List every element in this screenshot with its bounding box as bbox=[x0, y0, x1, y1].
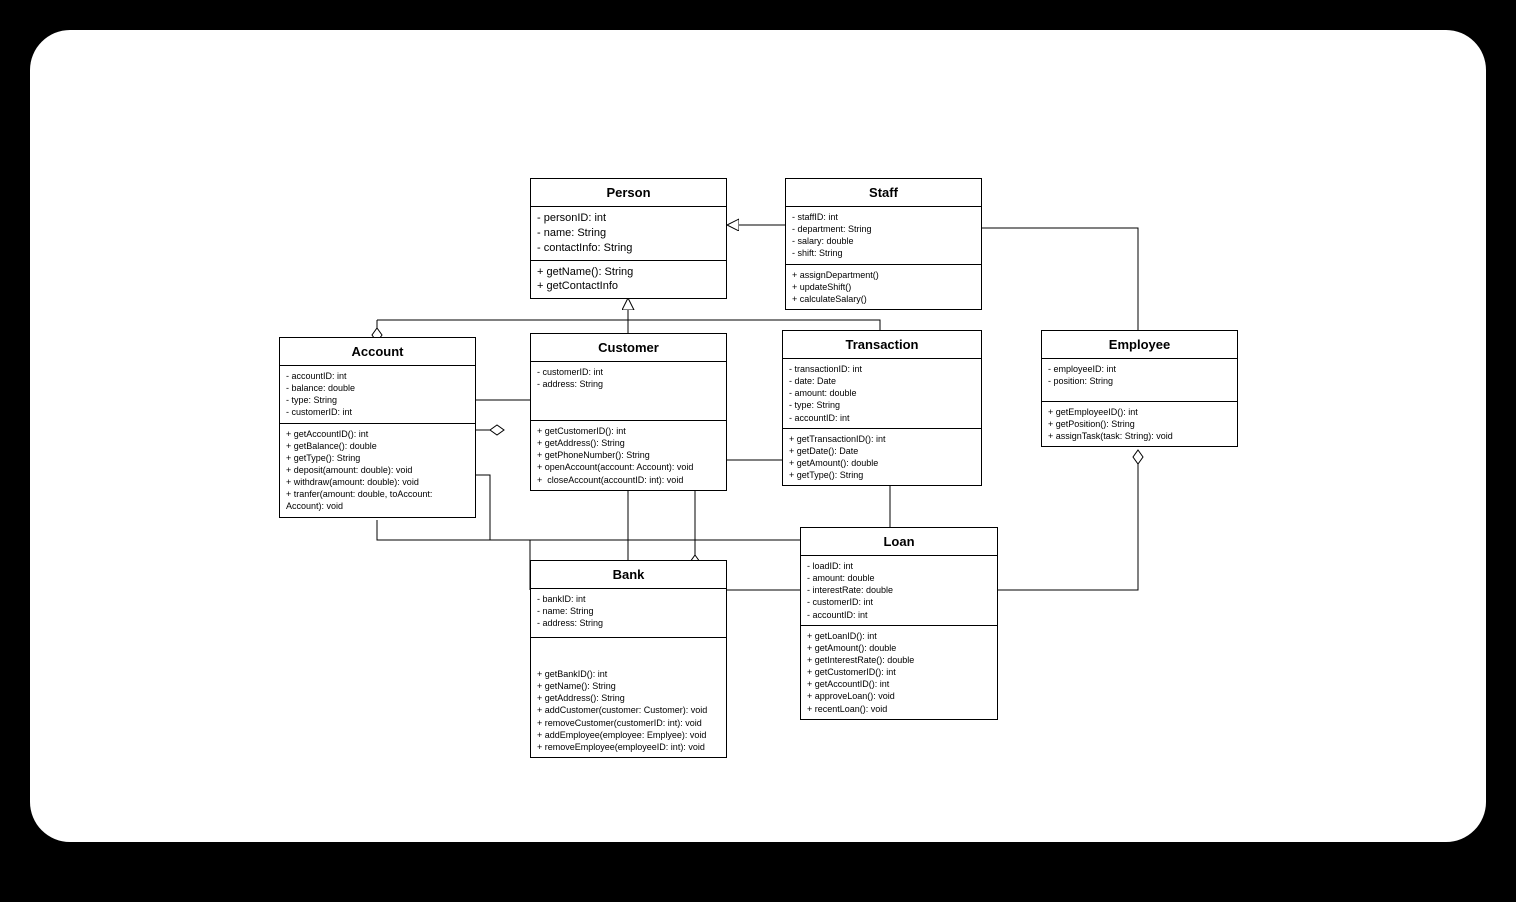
diagram-canvas: Person - personID: int - name: String - … bbox=[30, 30, 1486, 842]
class-loan-methods: + getLoanID(): int + getAmount(): double… bbox=[801, 626, 997, 719]
class-customer: Customer - customerID: int - address: St… bbox=[530, 333, 727, 491]
class-staff-title: Staff bbox=[786, 179, 981, 207]
class-transaction-methods: + getTransactionID(): int + getDate(): D… bbox=[783, 429, 981, 486]
class-person-methods: + getName(): String + getContactInfo bbox=[531, 261, 726, 299]
class-account-title: Account bbox=[280, 338, 475, 366]
class-customer-title: Customer bbox=[531, 334, 726, 362]
class-customer-methods: + getCustomerID(): int + getAddress(): S… bbox=[531, 421, 726, 490]
class-employee: Employee - employeeID: int - position: S… bbox=[1041, 330, 1238, 447]
class-loan: Loan - loadID: int - amount: double - in… bbox=[800, 527, 998, 720]
class-loan-title: Loan bbox=[801, 528, 997, 556]
class-transaction-title: Transaction bbox=[783, 331, 981, 359]
class-bank-attrs: - bankID: int - name: String - address: … bbox=[531, 589, 726, 638]
class-person-attrs: - personID: int - name: String - contact… bbox=[531, 207, 726, 261]
class-transaction: Transaction - transactionID: int - date:… bbox=[782, 330, 982, 486]
class-staff-attrs: - staffID: int - department: String - sa… bbox=[786, 207, 981, 265]
class-employee-methods: + getEmployeeID(): int + getPosition(): … bbox=[1042, 402, 1237, 446]
class-loan-attrs: - loadID: int - amount: double - interes… bbox=[801, 556, 997, 626]
class-bank: Bank - bankID: int - name: String - addr… bbox=[530, 560, 727, 758]
class-person: Person - personID: int - name: String - … bbox=[530, 178, 727, 299]
class-account-methods: + getAccountID(): int + getBalance(): do… bbox=[280, 424, 475, 517]
class-account-attrs: - accountID: int - balance: double - typ… bbox=[280, 366, 475, 424]
diagram-page: Person - personID: int - name: String - … bbox=[30, 30, 1486, 842]
class-transaction-attrs: - transactionID: int - date: Date - amou… bbox=[783, 359, 981, 429]
class-employee-attrs: - employeeID: int - position: String bbox=[1042, 359, 1237, 402]
class-bank-title: Bank bbox=[531, 561, 726, 589]
class-employee-title: Employee bbox=[1042, 331, 1237, 359]
class-staff-methods: + assignDepartment() + updateShift() + c… bbox=[786, 265, 981, 309]
class-bank-methods: + getBankID(): int + getName(): String +… bbox=[531, 638, 726, 757]
class-account: Account - accountID: int - balance: doub… bbox=[279, 337, 476, 518]
connectors-layer bbox=[30, 30, 1486, 842]
class-customer-attrs: - customerID: int - address: String bbox=[531, 362, 726, 421]
class-person-title: Person bbox=[531, 179, 726, 207]
class-staff: Staff - staffID: int - department: Strin… bbox=[785, 178, 982, 310]
